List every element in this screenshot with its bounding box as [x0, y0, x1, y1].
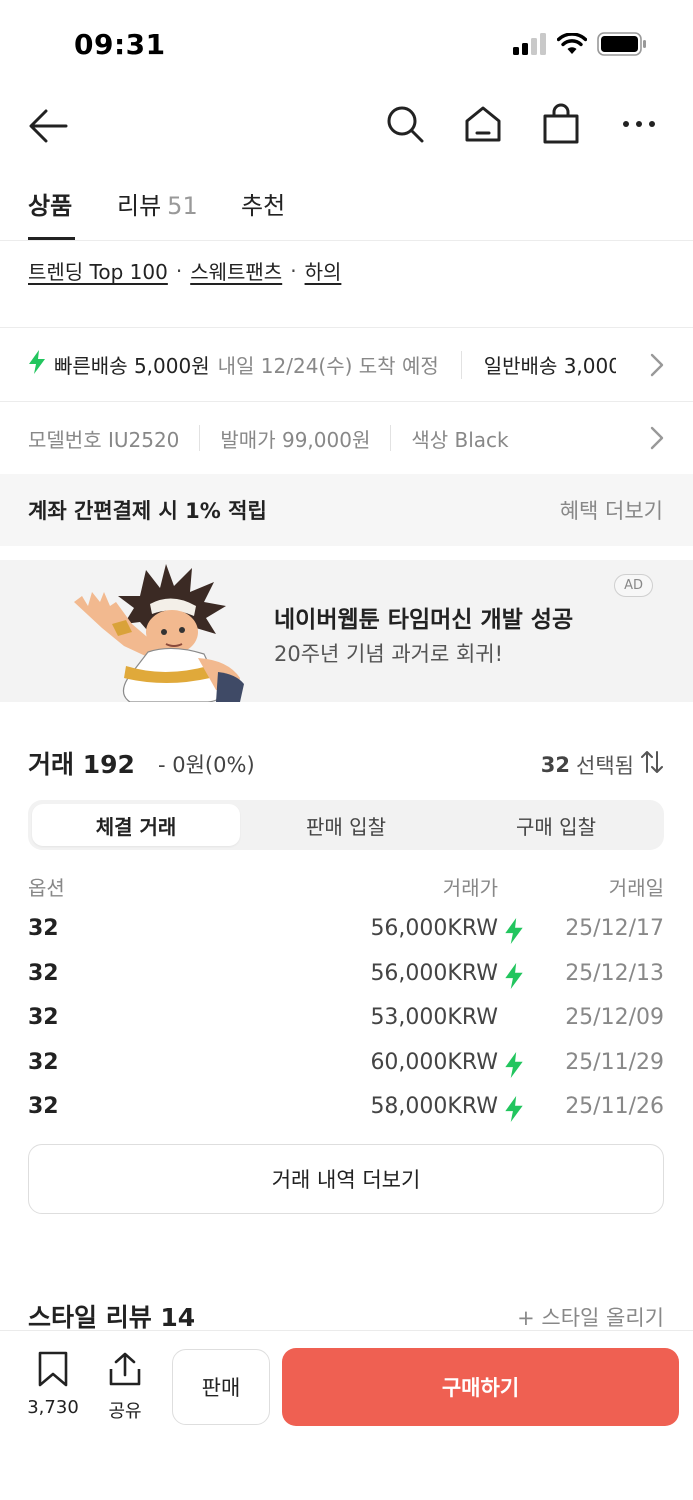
price-change: - 0원(0%)	[158, 753, 255, 777]
status-bar: 09:31	[0, 0, 693, 90]
breadcrumb-link-bottoms[interactable]: 하의	[305, 256, 342, 285]
share-button[interactable]: 공유	[104, 1351, 146, 1423]
ad-badge: AD	[614, 574, 653, 597]
trade-option: 32	[28, 916, 59, 941]
trade-count-title: 거래 192	[28, 750, 135, 779]
trade-option: 32	[28, 1005, 59, 1030]
trade-date: 25/12/09	[565, 1005, 664, 1030]
selected-size: 32	[540, 752, 571, 777]
payment-benefit-banner: 계좌 간편결제 시 1% 적립 혜택 더보기	[0, 474, 693, 546]
column-option: 옵션	[28, 876, 65, 900]
tab-review[interactable]: 리뷰 51	[117, 186, 198, 221]
sell-button[interactable]: 판매	[172, 1349, 270, 1425]
ad-banner[interactable]: 네이버웹툰 타임머신 개발 성공 20주년 기념 과거로 회귀! AD	[0, 560, 693, 702]
breadcrumb-separator: ·	[290, 258, 297, 283]
breadcrumb-link-sweatpants[interactable]: 스웨트팬츠	[190, 256, 282, 285]
trade-history-more-button[interactable]: 거래 내역 더보기	[28, 1144, 664, 1214]
trade-price: 56,000KRW	[370, 960, 498, 986]
column-date: 거래일	[608, 876, 664, 900]
table-row: 32 53,000KRW 25/12/09	[28, 1001, 664, 1046]
trade-price: 58,000KRW	[370, 1094, 498, 1119]
trade-price: 53,000KRW	[370, 1005, 498, 1030]
tab-recommend[interactable]: 추천	[241, 186, 285, 221]
bookmark-count: 3,730	[27, 1397, 79, 1418]
section-gap	[0, 546, 693, 560]
trade-table-header: 옵션 거래가 거래일	[28, 872, 664, 902]
trade-option: 32	[28, 1049, 59, 1075]
table-row: 32 60,000KRW 25/11/29	[28, 1046, 664, 1091]
trade-option: 32	[28, 1094, 59, 1119]
trade-price: 60,000KRW	[370, 1049, 498, 1075]
trade-date: 25/11/26	[565, 1094, 664, 1119]
buy-button[interactable]: 구매하기	[282, 1348, 679, 1426]
model-number: 모델번호 IU2520	[28, 427, 180, 452]
breadcrumb-link-trending[interactable]: 트렌딩 Top 100	[28, 256, 168, 285]
sort-arrows-icon	[640, 749, 664, 780]
trade-history-header: 거래 192 - 0원(0%) 32 선택됨	[28, 745, 664, 785]
fast-delivery-bolt-icon	[502, 1051, 526, 1078]
benefit-text: 계좌 간편결제 시 1% 적립	[28, 499, 267, 523]
table-row: 32 58,000KRW 25/11/26	[28, 1090, 664, 1135]
separator	[460, 350, 462, 379]
chevron-right-icon	[649, 352, 665, 378]
product-specs[interactable]: 모델번호 IU2520 발매가 99,000원 색상 Black	[0, 402, 693, 474]
review-count: 51	[167, 192, 198, 220]
trade-date: 25/12/13	[565, 960, 664, 986]
bookmark-icon	[36, 1351, 70, 1391]
trade-price: 56,000KRW	[370, 916, 498, 941]
cellular-signal-icon	[513, 33, 547, 59]
separator	[390, 425, 392, 451]
trade-date: 25/12/17	[565, 916, 664, 941]
table-row: 32 56,000KRW 25/12/13	[28, 957, 664, 1002]
trade-table-body: 32 56,000KRW 25/12/17 32 56,000KRW 25/12…	[28, 912, 664, 1135]
fast-delivery-label: 빠른배송 5,000원	[54, 354, 210, 378]
column-price: 거래가	[442, 876, 498, 900]
shipping-options[interactable]: 빠른배송 5,000원 내일 12/24(수) 도착 예정 일반배송 3,000…	[0, 328, 693, 401]
product-color: 색상 Black	[411, 427, 509, 452]
more-options-icon[interactable]	[615, 101, 663, 147]
separator	[199, 425, 201, 451]
trade-date: 25/11/29	[565, 1049, 664, 1075]
status-icons	[513, 32, 647, 60]
ad-title: 네이버웹툰 타임머신 개발 성공	[274, 607, 574, 633]
fast-delivery-bolt-icon	[502, 962, 526, 989]
trade-type-segmented-control: 체결 거래 판매 입찰 구매 입찰	[28, 800, 664, 850]
style-review-title: 스타일 리뷰 14	[28, 1303, 196, 1332]
share-icon	[107, 1351, 143, 1391]
product-tabs: 상품 리뷰 51 추천	[0, 180, 693, 241]
breadcrumb-separator: ·	[175, 258, 183, 283]
back-arrow-icon[interactable]	[26, 103, 72, 149]
benefit-more-link[interactable]: 혜택 더보기	[560, 495, 663, 525]
trade-option: 32	[28, 960, 59, 986]
webtoon-character-illustration	[68, 562, 258, 702]
wifi-icon	[556, 32, 588, 59]
bookmark-button[interactable]: 3,730	[24, 1351, 82, 1418]
breadcrumb: 트렌딩 Top 100 · 스웨트팬츠 · 하의	[28, 256, 341, 285]
active-tab-indicator	[28, 237, 75, 240]
release-price: 발매가 99,000원	[220, 427, 371, 452]
home-icon[interactable]	[459, 101, 507, 147]
selected-size-label: 선택됨	[576, 753, 634, 778]
size-selector[interactable]: 32 선택됨	[541, 749, 664, 780]
shopping-bag-icon[interactable]	[537, 101, 585, 147]
segment-buy-bids[interactable]: 구매 입찰	[452, 804, 660, 846]
bottom-action-bar: 3,730 공유 판매 구매하기	[0, 1330, 693, 1500]
fast-delivery-bolt-icon	[502, 918, 526, 944]
fast-delivery-eta: 내일 12/24(수) 도착 예정	[217, 354, 439, 378]
upload-style-link[interactable]: + 스타일 올리기	[517, 1302, 664, 1332]
status-time: 09:31	[74, 28, 166, 61]
fast-delivery-bolt-icon	[502, 1096, 526, 1122]
table-row: 32 56,000KRW 25/12/17	[28, 912, 664, 957]
segment-completed-trades[interactable]: 체결 거래	[32, 804, 240, 846]
chevron-right-icon	[649, 425, 665, 451]
battery-icon	[597, 32, 647, 60]
ad-subtitle: 20주년 기념 과거로 회귀!	[274, 642, 504, 666]
tab-product[interactable]: 상품	[28, 186, 72, 221]
search-icon[interactable]	[381, 101, 429, 147]
segment-sell-bids[interactable]: 판매 입찰	[242, 804, 450, 846]
top-navigation	[0, 95, 693, 155]
share-label: 공유	[108, 1401, 142, 1422]
fast-delivery-bolt-icon	[28, 350, 46, 379]
normal-delivery-label: 일반배송 3,000원	[483, 354, 616, 378]
